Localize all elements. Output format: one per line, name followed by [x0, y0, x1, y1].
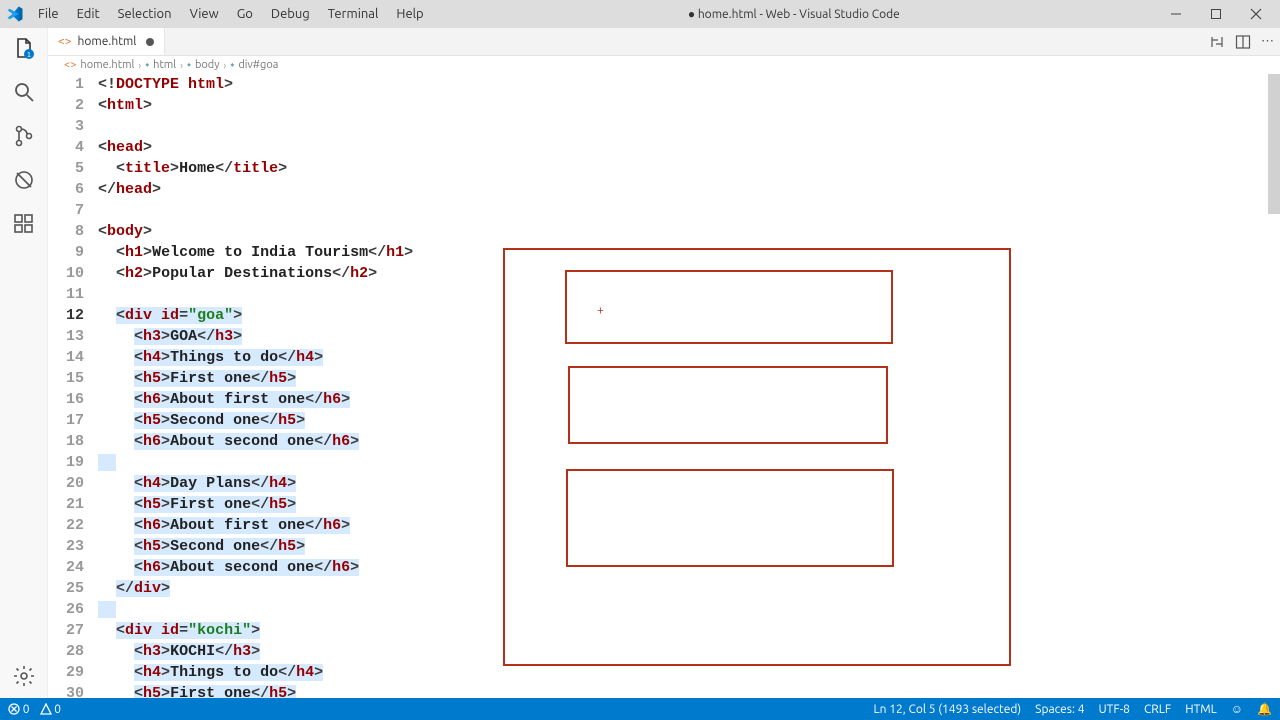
line-number: 1 — [48, 74, 84, 95]
element-icon: ⬩ — [145, 59, 149, 72]
line-number: 10 — [48, 263, 84, 284]
line-number: 16 — [48, 389, 84, 410]
menu-help[interactable]: Help — [388, 5, 431, 23]
code-line[interactable] — [98, 200, 1270, 221]
status-warnings[interactable]: 0 — [40, 703, 62, 716]
vscode-logo-icon — [6, 5, 24, 23]
line-number: 26 — [48, 599, 84, 620]
dirty-indicator-icon — [146, 38, 154, 46]
code-line[interactable]: <h5>First one</h5> — [98, 683, 1270, 698]
tab-label: home.html — [78, 35, 137, 48]
status-eol[interactable]: CRLF — [1144, 703, 1171, 716]
menu-file[interactable]: File — [30, 5, 67, 23]
line-number: 27 — [48, 620, 84, 641]
more-actions-icon[interactable]: ⋯ — [1261, 34, 1274, 49]
menu-view[interactable]: View — [182, 5, 227, 23]
menu-go[interactable]: Go — [229, 5, 261, 23]
status-feedback-icon[interactable]: ☺ — [1231, 702, 1243, 716]
line-number: 23 — [48, 536, 84, 557]
status-indentation[interactable]: Spaces: 4 — [1035, 703, 1084, 716]
line-number: 8 — [48, 221, 84, 242]
element-icon: ⬩ — [187, 59, 191, 72]
minimize-button[interactable] — [1156, 0, 1196, 28]
status-bar: 0 0 Ln 12, Col 5 (1493 selected) Spaces:… — [0, 698, 1280, 720]
explorer-icon[interactable]: 1 — [12, 36, 36, 60]
breadcrumb-file[interactable]: home.html — [80, 59, 134, 71]
status-encoding[interactable]: UTF-8 — [1098, 703, 1129, 716]
search-icon[interactable] — [12, 80, 36, 104]
minimap-scrollbar[interactable] — [1268, 74, 1280, 214]
menu-debug[interactable]: Debug — [263, 5, 318, 23]
breadcrumb-part[interactable]: div#goa — [238, 59, 278, 71]
code-line[interactable]: <head> — [98, 137, 1270, 158]
code-line[interactable] — [98, 116, 1270, 137]
line-number: 7 — [48, 200, 84, 221]
compare-changes-icon[interactable] — [1209, 34, 1225, 50]
line-number: 5 — [48, 158, 84, 179]
chevron-right-icon: › — [138, 60, 141, 71]
line-number: 4 — [48, 137, 84, 158]
line-number: 28 — [48, 641, 84, 662]
line-number: 25 — [48, 578, 84, 599]
extensions-icon[interactable] — [12, 212, 36, 236]
line-number: 30 — [48, 683, 84, 698]
tabs-bar: <> home.html ⋯ — [0, 28, 1280, 56]
line-number: 11 — [48, 284, 84, 305]
tab-home-html[interactable]: <> home.html — [48, 28, 165, 55]
annotation-plus-icon: + — [597, 304, 604, 317]
window-title: ● home.html - Web - Visual Studio Code — [432, 7, 1156, 21]
close-button[interactable] — [1236, 0, 1276, 28]
annotation-box-2 — [568, 366, 888, 444]
annotation-box-1 — [565, 270, 893, 344]
line-number: 3 — [48, 116, 84, 137]
line-number: 18 — [48, 431, 84, 452]
maximize-button[interactable] — [1196, 0, 1236, 28]
breadcrumb-part[interactable]: body — [195, 59, 220, 71]
status-cursor-position[interactable]: Ln 12, Col 5 (1493 selected) — [874, 703, 1022, 716]
code-line[interactable]: <title>Home</title> — [98, 158, 1270, 179]
split-editor-icon[interactable] — [1235, 34, 1251, 50]
chevron-right-icon: › — [180, 60, 183, 71]
title-bar: File Edit Selection View Go Debug Termin… — [0, 0, 1280, 28]
html-file-icon: <> — [58, 35, 72, 48]
code-line[interactable]: </head> — [98, 179, 1270, 200]
breadcrumb[interactable]: <> home.html › ⬩ html › ⬩ body › ⬩ div#g… — [48, 56, 1280, 74]
menu-edit[interactable]: Edit — [69, 5, 108, 23]
breadcrumb-part[interactable]: html — [153, 59, 176, 71]
code-line[interactable]: <!DOCTYPE html> — [98, 74, 1270, 95]
line-number: 9 — [48, 242, 84, 263]
menu-terminal[interactable]: Terminal — [320, 5, 387, 23]
settings-gear-icon[interactable] — [12, 664, 36, 688]
line-number: 6 — [48, 179, 84, 200]
line-number: 2 — [48, 95, 84, 116]
line-number: 21 — [48, 494, 84, 515]
menu-bar: File Edit Selection View Go Debug Termin… — [30, 5, 432, 23]
line-number: 12 — [48, 305, 84, 326]
line-number: 24 — [48, 557, 84, 578]
code-line[interactable]: <html> — [98, 95, 1270, 116]
status-language[interactable]: HTML — [1185, 703, 1217, 716]
activity-bar: 1 — [0, 28, 48, 698]
source-control-icon[interactable] — [12, 124, 36, 148]
html-file-icon: <> — [64, 59, 76, 71]
svg-text:1: 1 — [27, 52, 31, 59]
chevron-right-icon: › — [224, 60, 227, 71]
line-number: 15 — [48, 368, 84, 389]
line-number: 17 — [48, 410, 84, 431]
line-number: 19 — [48, 452, 84, 473]
line-number: 29 — [48, 662, 84, 683]
line-number-gutter: 1234567891011121314151617181920212223242… — [48, 74, 98, 698]
line-number: 20 — [48, 473, 84, 494]
element-icon: ⬩ — [230, 59, 234, 72]
line-number: 14 — [48, 347, 84, 368]
line-number: 22 — [48, 515, 84, 536]
annotation-box-3 — [566, 469, 894, 567]
debug-icon[interactable] — [12, 168, 36, 192]
code-line[interactable]: <body> — [98, 221, 1270, 242]
line-number: 13 — [48, 326, 84, 347]
status-notifications-icon[interactable]: 🔔 — [1257, 702, 1272, 716]
menu-selection[interactable]: Selection — [110, 5, 180, 23]
status-errors[interactable]: 0 — [8, 703, 30, 716]
